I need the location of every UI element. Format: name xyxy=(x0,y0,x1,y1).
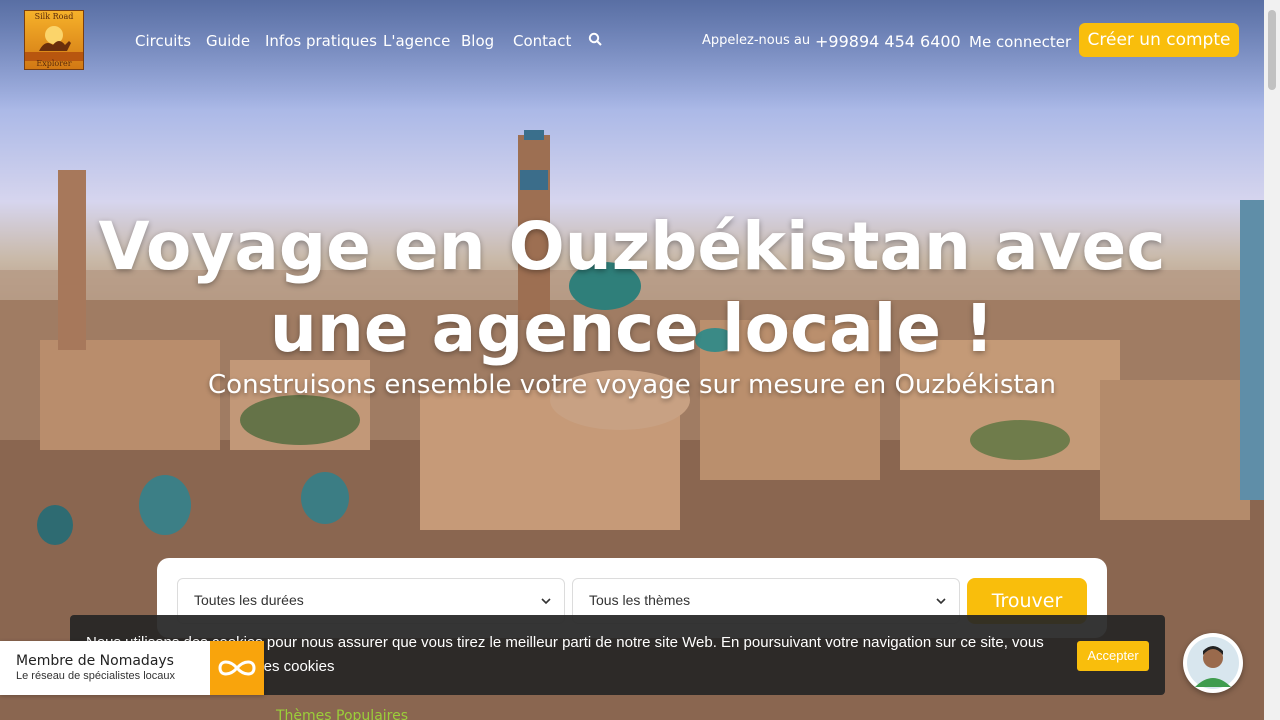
badge-title: Membre de Nomadays xyxy=(16,653,174,669)
theme-select-value: Tous les thèmes xyxy=(589,592,691,608)
hero-subtitle: Construisons ensemble votre voyage sur m… xyxy=(208,370,1056,400)
nav-item-blog[interactable]: Blog xyxy=(461,32,494,50)
nomadays-logo xyxy=(210,641,264,695)
popular-themes-heading: Thèmes Populaires xyxy=(276,708,409,720)
login-link[interactable]: Me connecter xyxy=(969,33,1071,51)
chevron-down-icon xyxy=(936,598,946,605)
agent-photo xyxy=(1187,637,1239,689)
nav-item-guide[interactable]: Guide xyxy=(206,32,250,50)
hero-background: Silk Road Explorer Circuits Guide Infos … xyxy=(0,0,1264,720)
camel-icon xyxy=(25,26,83,61)
logo-text-top: Silk Road xyxy=(34,12,74,21)
page-scrollbar[interactable] xyxy=(1264,0,1280,720)
scrollbar-thumb[interactable] xyxy=(1268,10,1276,90)
call-label: Appelez-nous au xyxy=(702,33,811,48)
site-logo[interactable]: Silk Road Explorer xyxy=(24,10,84,70)
nav-item-infos-pratiques[interactable]: Infos pratiques xyxy=(265,32,377,50)
nomadays-infinity-icon xyxy=(218,660,256,676)
hero-title: Voyage en Ouzbékistan avec une agence lo… xyxy=(98,208,1166,367)
signup-button[interactable]: Créer un compte xyxy=(1079,23,1239,57)
chevron-down-icon xyxy=(541,598,551,605)
nav-item-contact[interactable]: Contact xyxy=(513,32,571,50)
duration-select-value: Toutes les durées xyxy=(194,592,304,608)
badge-subtitle: Le réseau de spécialistes locaux xyxy=(16,670,175,682)
nav-item-agence[interactable]: L'agence xyxy=(383,32,450,50)
nav-item-circuits[interactable]: Circuits xyxy=(135,32,191,50)
logo-text-bottom: Explorer xyxy=(36,59,72,68)
nomadays-badge[interactable]: Membre de Nomadays Le réseau de spéciali… xyxy=(0,641,264,695)
accept-cookies-button[interactable]: Accepter xyxy=(1077,641,1149,671)
phone-link[interactable]: +99894 454 6400 xyxy=(815,32,961,51)
search-icon[interactable] xyxy=(588,32,602,46)
chat-avatar[interactable] xyxy=(1183,633,1243,693)
